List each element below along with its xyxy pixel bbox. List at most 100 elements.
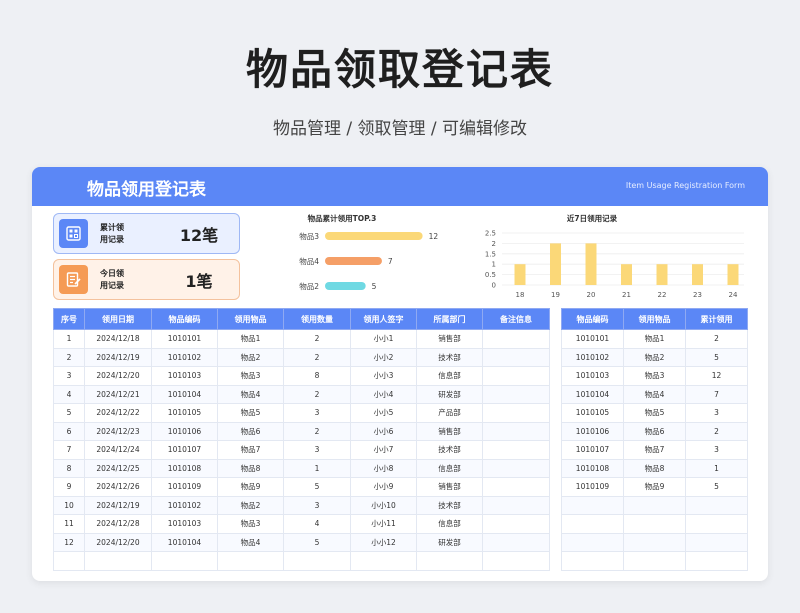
table-cell[interactable]: 物品3 [623,366,686,386]
table-cell[interactable]: 1010108 [151,458,218,478]
table-cell[interactable]: 研发部 [416,384,483,404]
table-cell[interactable] [623,551,686,571]
table-cell[interactable]: 1010105 [151,403,218,423]
table-cell[interactable]: 物品5 [623,403,686,423]
table-cell[interactable]: 2 [283,384,351,404]
table-cell[interactable]: 小小7 [350,440,417,460]
table-cell[interactable]: 小小8 [350,458,417,478]
table-cell[interactable] [561,514,624,534]
table-cell[interactable] [623,532,686,552]
table-cell[interactable]: 2024/12/18 [84,329,152,349]
table-cell[interactable]: 产品部 [416,403,483,423]
table-cell[interactable] [685,551,748,571]
table-cell[interactable]: 2 [53,347,85,367]
table-cell[interactable]: 11 [53,514,85,534]
table-cell[interactable]: 物品7 [623,440,686,460]
table-cell[interactable]: 2024/12/19 [84,347,152,367]
table-cell[interactable]: 物品7 [217,440,284,460]
table-cell[interactable]: 小小4 [350,384,417,404]
table-cell[interactable]: 2 [685,421,748,441]
table-cell[interactable]: 1010105 [561,403,624,423]
table-cell[interactable]: 2024/12/23 [84,421,152,441]
table-cell[interactable]: 2 [283,421,351,441]
table-cell[interactable]: 4 [53,384,85,404]
table-cell[interactable]: 1010109 [151,477,218,497]
table-cell[interactable] [482,440,550,460]
table-cell[interactable] [416,551,483,571]
table-cell[interactable] [482,403,550,423]
table-cell[interactable] [685,514,748,534]
table-cell[interactable]: 1010109 [561,477,624,497]
table-cell[interactable]: 销售部 [416,477,483,497]
table-cell[interactable]: 1010108 [561,458,624,478]
table-cell[interactable]: 小小1 [350,329,417,349]
table-cell[interactable]: 销售部 [416,329,483,349]
table-cell[interactable]: 2024/12/19 [84,495,152,515]
table-cell[interactable]: 8 [283,366,351,386]
table-cell[interactable] [482,458,550,478]
table-cell[interactable]: 1010107 [151,440,218,460]
table-cell[interactable]: 1 [685,458,748,478]
table-cell[interactable]: 5 [53,403,85,423]
table-cell[interactable]: 1010106 [151,421,218,441]
table-cell[interactable]: 物品5 [217,403,284,423]
table-cell[interactable]: 技术部 [416,347,483,367]
table-cell[interactable]: 研发部 [416,532,483,552]
table-cell[interactable]: 物品2 [217,347,284,367]
table-cell[interactable]: 4 [283,514,351,534]
table-cell[interactable]: 12 [685,366,748,386]
table-cell[interactable]: 物品1 [623,329,686,349]
table-cell[interactable]: 物品4 [217,532,284,552]
table-cell[interactable]: 2024/12/26 [84,477,152,497]
table-cell[interactable] [350,551,417,571]
table-cell[interactable]: 物品3 [217,514,284,534]
table-cell[interactable]: 信息部 [416,514,483,534]
table-cell[interactable]: 2024/12/20 [84,366,152,386]
table-cell[interactable]: 1010103 [151,366,218,386]
table-cell[interactable]: 1010104 [151,384,218,404]
table-cell[interactable]: 3 [283,403,351,423]
table-cell[interactable]: 物品8 [217,458,284,478]
table-cell[interactable]: 信息部 [416,366,483,386]
table-cell[interactable]: 1010102 [561,347,624,367]
table-cell[interactable]: 1010102 [151,495,218,515]
table-cell[interactable] [561,532,624,552]
table-cell[interactable]: 3 [283,440,351,460]
table-cell[interactable] [482,384,550,404]
table-cell[interactable] [84,551,152,571]
table-cell[interactable]: 5 [283,477,351,497]
table-cell[interactable]: 1010102 [151,347,218,367]
table-cell[interactable]: 7 [53,440,85,460]
table-cell[interactable]: 物品8 [623,458,686,478]
table-cell[interactable]: 3 [283,495,351,515]
table-cell[interactable] [482,495,550,515]
table-cell[interactable]: 小小12 [350,532,417,552]
table-cell[interactable] [151,551,218,571]
table-cell[interactable]: 6 [53,421,85,441]
table-cell[interactable]: 8 [53,458,85,478]
table-cell[interactable] [217,551,284,571]
table-cell[interactable] [482,551,550,571]
table-cell[interactable] [561,495,624,515]
table-cell[interactable] [482,477,550,497]
table-cell[interactable] [482,329,550,349]
table-cell[interactable]: 7 [685,384,748,404]
table-cell[interactable]: 信息部 [416,458,483,478]
table-cell[interactable] [482,532,550,552]
table-cell[interactable]: 物品9 [623,477,686,497]
table-cell[interactable]: 物品1 [217,329,284,349]
table-cell[interactable]: 技术部 [416,495,483,515]
table-cell[interactable]: 5 [685,477,748,497]
table-cell[interactable]: 物品2 [623,347,686,367]
table-cell[interactable]: 3 [53,366,85,386]
table-cell[interactable] [561,551,624,571]
table-cell[interactable]: 1 [283,458,351,478]
table-cell[interactable]: 物品6 [623,421,686,441]
table-cell[interactable]: 3 [685,440,748,460]
table-cell[interactable]: 1 [53,329,85,349]
table-cell[interactable] [53,551,85,571]
table-cell[interactable]: 小小2 [350,347,417,367]
table-cell[interactable]: 2024/12/24 [84,440,152,460]
table-cell[interactable]: 2 [283,347,351,367]
table-cell[interactable]: 1010101 [151,329,218,349]
